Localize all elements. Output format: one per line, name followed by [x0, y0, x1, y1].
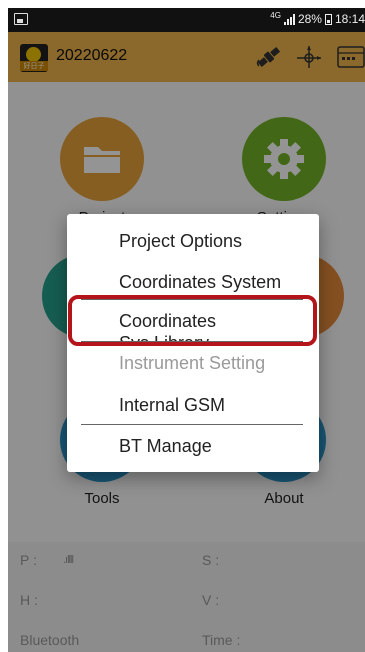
- menu-item-instrument-setting: Instrument Setting: [119, 353, 266, 373]
- status-right: 4G 28% 18:14: [270, 11, 365, 27]
- menu-item-bt-manage[interactable]: BT Manage: [119, 435, 212, 457]
- menu-item-project-options[interactable]: Project Options: [119, 230, 242, 252]
- status-time: 18:14: [334, 12, 365, 26]
- battery-icon: [324, 13, 332, 25]
- menu-item-coordinates-system[interactable]: Coordinates System: [119, 271, 281, 293]
- image-notification-icon: [14, 13, 28, 25]
- status-bar: 4G 28% 18:14: [8, 8, 365, 32]
- network-type: 4G: [270, 11, 281, 20]
- battery-percent: 28%: [297, 12, 322, 26]
- selection-highlight-box: [68, 295, 317, 346]
- menu-item-internal-gsm[interactable]: Internal GSM: [119, 394, 225, 416]
- menu-divider: [81, 424, 303, 425]
- signal-icon: [283, 13, 295, 25]
- phone-screen: 4G 28% 18:14 好日子 20220622 Tools About P …: [8, 8, 365, 652]
